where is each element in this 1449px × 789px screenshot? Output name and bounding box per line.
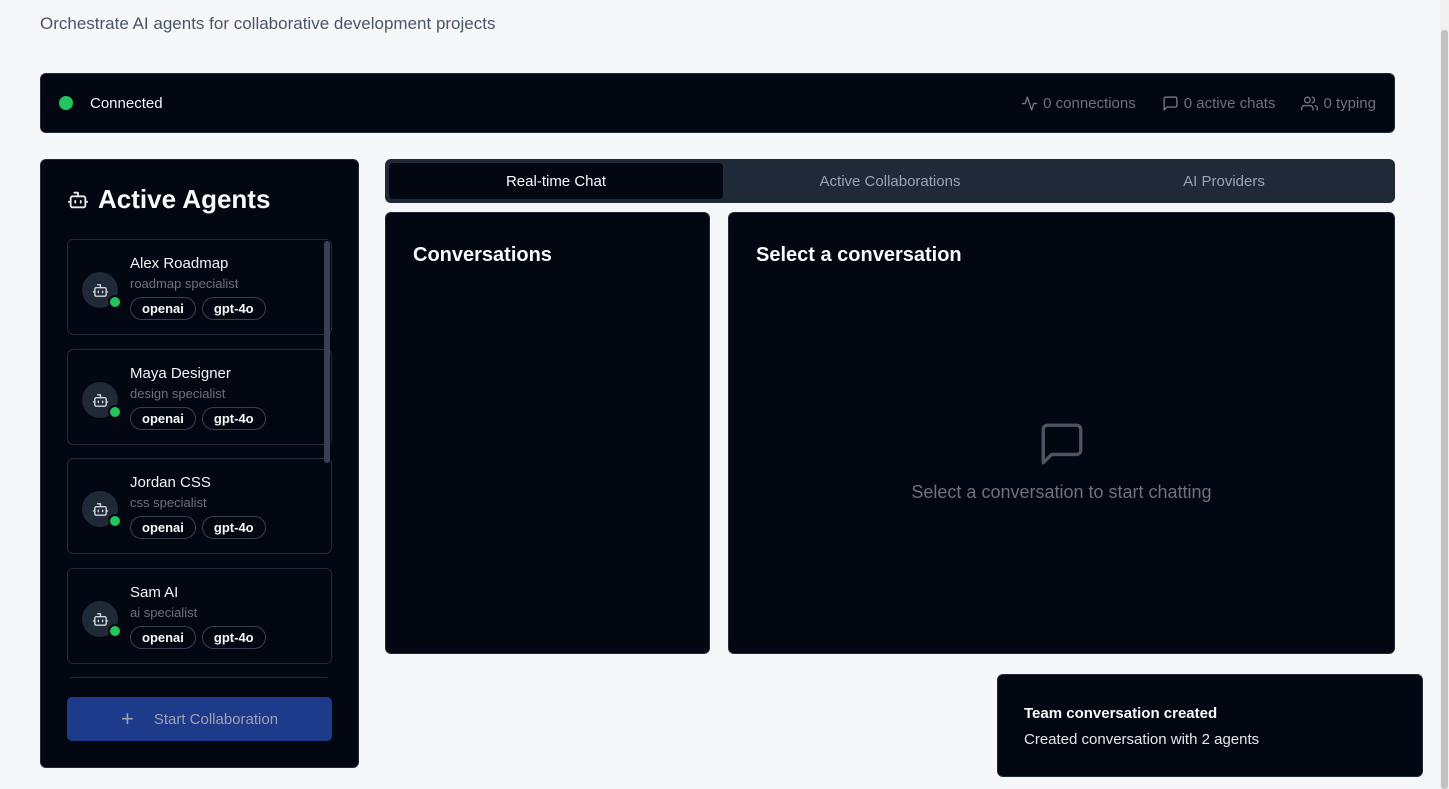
provider-badge: openai xyxy=(130,516,196,539)
online-status-icon xyxy=(108,624,122,638)
page: Orchestrate AI agents for collaborative … xyxy=(0,0,1449,789)
bot-icon xyxy=(92,502,108,516)
agent-name: Maya Designer xyxy=(130,365,231,382)
agent-card[interactable]: Maya Designer design specialist openai g… xyxy=(67,349,332,445)
connections-count: 0 connections xyxy=(1043,94,1136,112)
typing-count: 0 typing xyxy=(1323,94,1376,112)
users-icon xyxy=(1301,95,1319,111)
active-agents-header: Active Agents xyxy=(67,184,270,215)
message-square-icon xyxy=(1163,95,1178,111)
toast-description: Created conversation with 2 agents xyxy=(1024,731,1260,748)
model-badge: gpt-4o xyxy=(201,516,266,539)
online-status-icon xyxy=(108,405,122,419)
agent-name: Jordan CSS xyxy=(130,474,211,491)
bot-icon xyxy=(92,393,108,407)
active-agents-title: Active Agents xyxy=(98,184,271,214)
agent-card[interactable]: Sam AI ai specialist openai gpt-4o xyxy=(67,568,332,664)
active-chats-count: 0 active chats xyxy=(1183,94,1276,112)
model-badge: gpt-4o xyxy=(201,407,266,430)
tab-active-collaborations[interactable]: Active Collaborations xyxy=(723,163,1057,199)
start-collaboration-button[interactable]: + Start Collaboration xyxy=(67,697,332,741)
agent-tags: openai gpt-4o xyxy=(130,626,266,649)
provider-badge: openai xyxy=(130,626,196,649)
plus-icon: + xyxy=(120,706,134,731)
model-badge: gpt-4o xyxy=(201,297,266,320)
bot-icon xyxy=(92,283,108,297)
agent-role: design specialist xyxy=(130,386,226,401)
online-status-icon xyxy=(108,514,122,528)
connected-indicator-icon xyxy=(59,96,73,110)
online-status-icon xyxy=(108,295,122,309)
agent-tags: openai gpt-4o xyxy=(130,516,266,539)
conversations-panel: Conversations xyxy=(385,212,710,654)
start-collaboration-label: Start Collaboration xyxy=(153,710,279,728)
agent-role: css specialist xyxy=(130,495,207,510)
connection-status-bar: Connected 0 connections 0 active chats 0… xyxy=(40,73,1395,133)
typing-stat: 0 typing xyxy=(1301,95,1376,112)
connection-stats: 0 connections 0 active chats 0 typing xyxy=(1021,95,1376,112)
message-square-icon xyxy=(1041,423,1083,465)
page-scrollbar-thumb[interactable] xyxy=(1441,30,1448,789)
agent-card[interactable] xyxy=(67,677,332,678)
agent-card[interactable]: Jordan CSS css specialist openai gpt-4o xyxy=(67,458,332,554)
agent-list-scrollbar[interactable] xyxy=(324,241,330,463)
agent-role: roadmap specialist xyxy=(130,276,239,291)
tab-ai-providers[interactable]: AI Providers xyxy=(1057,163,1391,199)
page-subtitle: Orchestrate AI agents for collaborative … xyxy=(40,14,496,33)
empty-chat-message: Select a conversation to start chatting xyxy=(911,482,1212,502)
agent-list[interactable]: Alex Roadmap roadmap specialist openai g… xyxy=(67,239,334,678)
toast-notification[interactable]: Team conversation created Created conver… xyxy=(997,674,1423,777)
bot-icon xyxy=(67,191,89,208)
active-agents-panel: Active Agents Alex Roadmap roadmap speci… xyxy=(40,159,359,768)
bot-icon xyxy=(92,612,108,626)
toast-title: Team conversation created xyxy=(1024,705,1218,722)
provider-badge: openai xyxy=(130,297,196,320)
page-scrollbar[interactable] xyxy=(1440,0,1449,789)
connections-stat: 0 connections xyxy=(1021,95,1136,112)
model-badge: gpt-4o xyxy=(201,626,266,649)
conversations-title: Conversations xyxy=(413,244,552,266)
agent-role: ai specialist xyxy=(130,605,198,620)
tab-real-time-chat[interactable]: Real-time Chat xyxy=(389,163,723,199)
active-chats-stat: 0 active chats xyxy=(1162,94,1276,112)
main-tabs: Real-time Chat Active Collaborations AI … xyxy=(385,159,1395,203)
chat-panel: Select a conversation Select a conversat… xyxy=(728,212,1395,654)
agent-name: Sam AI xyxy=(130,584,179,601)
provider-badge: openai xyxy=(130,407,196,430)
agent-card[interactable]: Alex Roadmap roadmap specialist openai g… xyxy=(67,239,332,335)
agent-tags: openai gpt-4o xyxy=(130,407,266,430)
connection-status-text: Connected xyxy=(90,94,163,112)
chat-title: Select a conversation xyxy=(756,244,962,266)
activity-icon xyxy=(1021,95,1038,111)
agent-name: Alex Roadmap xyxy=(130,255,229,272)
agent-tags: openai gpt-4o xyxy=(130,297,266,320)
